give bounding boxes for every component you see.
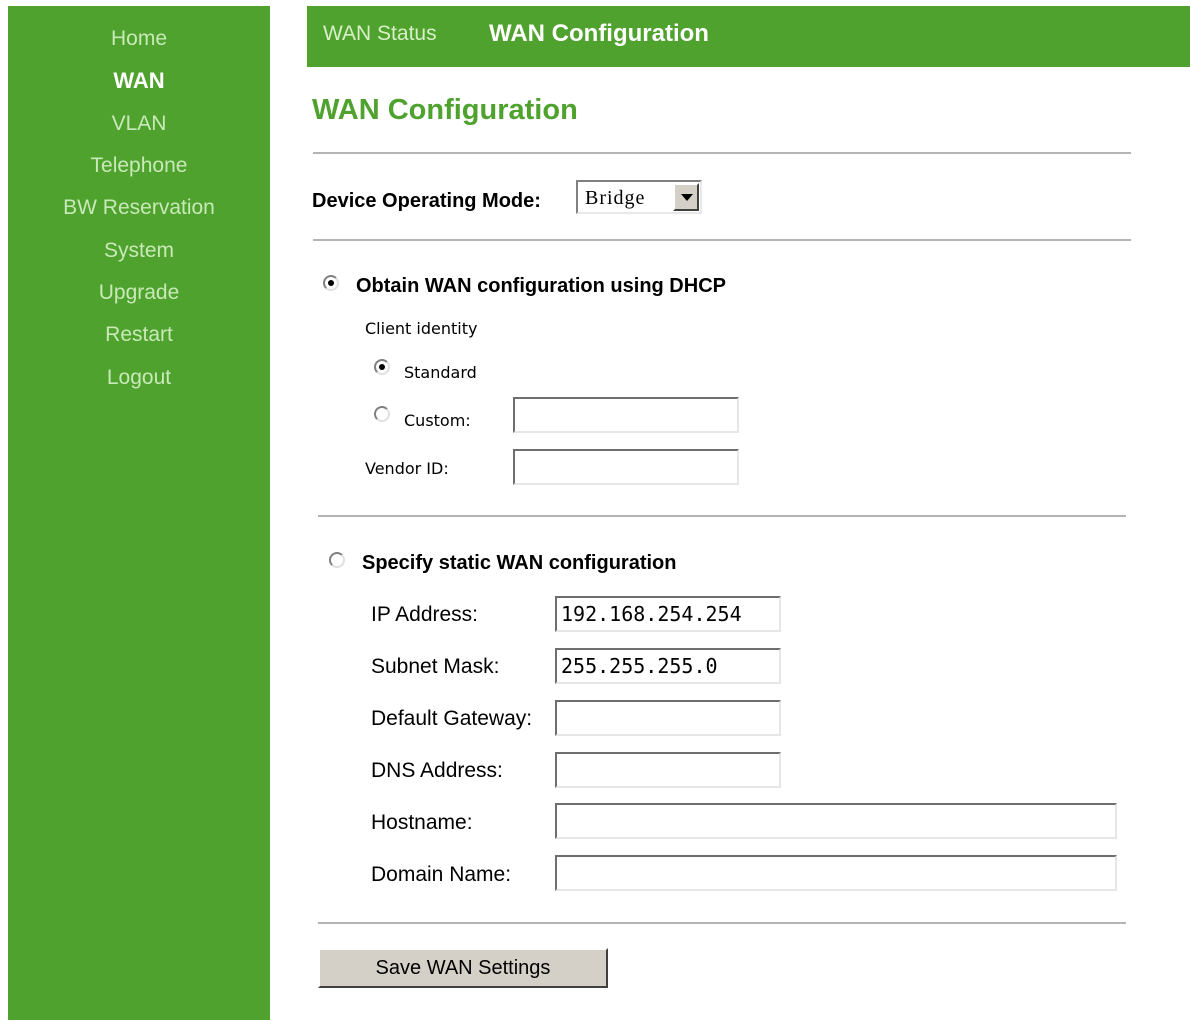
sidebar-nav: Home WAN VLAN Telephone BW Reservation S… xyxy=(8,6,270,1020)
sidebar-item-wan[interactable]: WAN xyxy=(8,68,270,94)
custom-label: Custom: xyxy=(404,411,471,430)
default-gateway-label: Default Gateway: xyxy=(371,707,533,730)
divider xyxy=(313,152,1131,154)
domain-name-label: Domain Name: xyxy=(371,863,512,886)
operating-mode-label: Device Operating Mode: xyxy=(312,190,541,212)
save-wan-settings-button[interactable]: Save WAN Settings xyxy=(318,948,608,988)
subnet-mask-label: Subnet Mask: xyxy=(371,655,500,678)
sidebar-item-bw-reservation[interactable]: BW Reservation xyxy=(8,196,270,220)
dhcp-radio[interactable] xyxy=(323,275,339,291)
static-radio[interactable] xyxy=(329,552,345,568)
operating-mode-select[interactable]: Bridge xyxy=(576,180,702,214)
static-label: Specify static WAN configuration xyxy=(362,552,677,574)
sidebar-item-telephone[interactable]: Telephone xyxy=(8,154,270,178)
dns-address-input[interactable] xyxy=(555,752,781,788)
divider xyxy=(318,922,1126,924)
dhcp-label: Obtain WAN configuration using DHCP xyxy=(356,275,726,297)
default-gateway-input[interactable] xyxy=(555,700,781,736)
sidebar-item-restart[interactable]: Restart xyxy=(8,323,270,347)
hostname-label: Hostname: xyxy=(371,811,473,834)
sidebar-item-vlan[interactable]: VLAN xyxy=(8,112,270,136)
sidebar-item-system[interactable]: System xyxy=(8,239,270,263)
standard-radio[interactable] xyxy=(374,359,390,375)
ip-address-label: IP Address: xyxy=(371,603,479,626)
dns-address-label: DNS Address: xyxy=(371,759,503,782)
vendor-id-label: Vendor ID: xyxy=(365,459,449,478)
standard-label: Standard xyxy=(404,363,477,382)
ip-address-input[interactable] xyxy=(555,596,781,632)
tab-wan-status[interactable]: WAN Status xyxy=(323,22,437,46)
custom-client-id-input[interactable] xyxy=(513,397,739,433)
operating-mode-value: Bridge xyxy=(585,187,646,209)
chevron-down-icon[interactable] xyxy=(673,183,699,211)
sidebar-item-upgrade[interactable]: Upgrade xyxy=(8,281,270,305)
vendor-id-input[interactable] xyxy=(513,449,739,485)
custom-radio[interactable] xyxy=(374,406,390,422)
divider xyxy=(318,515,1126,517)
tab-bar: WAN Status WAN Configuration xyxy=(307,6,1190,67)
client-identity-label: Client identity xyxy=(365,319,478,338)
hostname-input[interactable] xyxy=(555,803,1117,839)
subnet-mask-input[interactable] xyxy=(555,648,781,684)
domain-name-input[interactable] xyxy=(555,855,1117,891)
page-title: WAN Configuration xyxy=(312,94,578,126)
sidebar-item-home[interactable]: Home xyxy=(8,27,270,51)
tab-wan-configuration[interactable]: WAN Configuration xyxy=(489,20,709,48)
divider xyxy=(313,239,1131,241)
sidebar-item-logout[interactable]: Logout xyxy=(8,366,270,390)
